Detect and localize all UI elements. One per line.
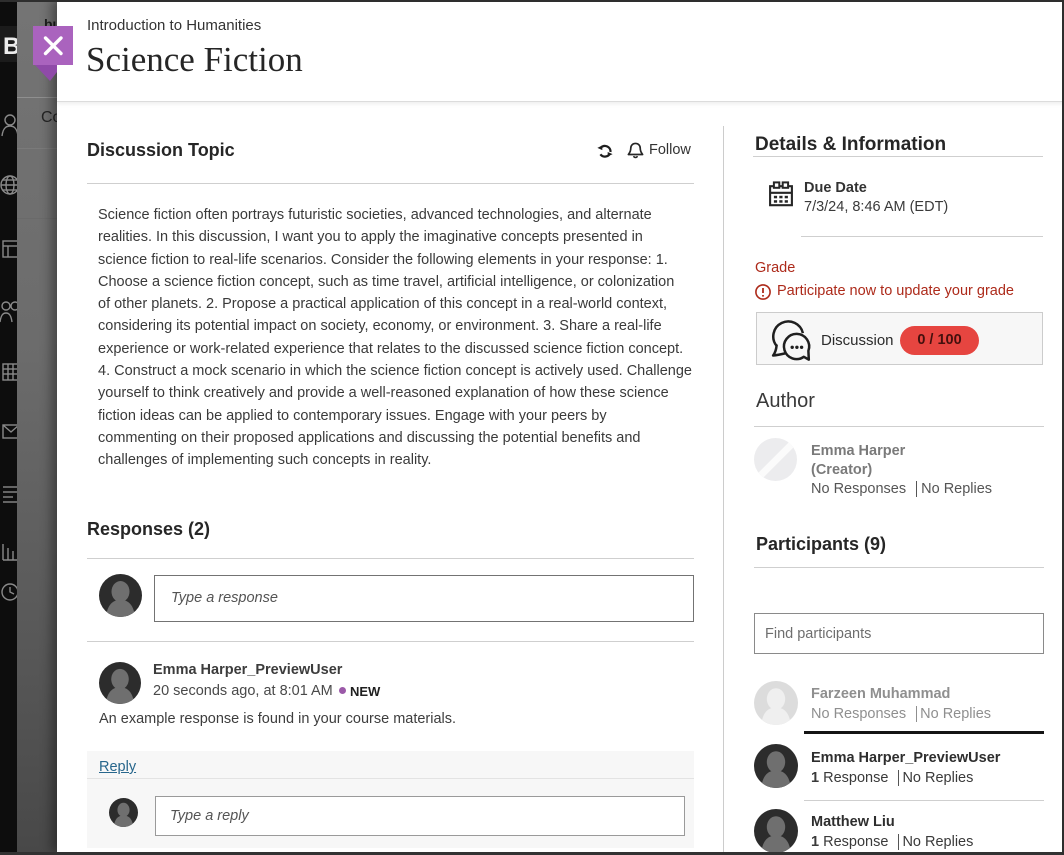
- svg-text:B: B: [3, 33, 17, 60]
